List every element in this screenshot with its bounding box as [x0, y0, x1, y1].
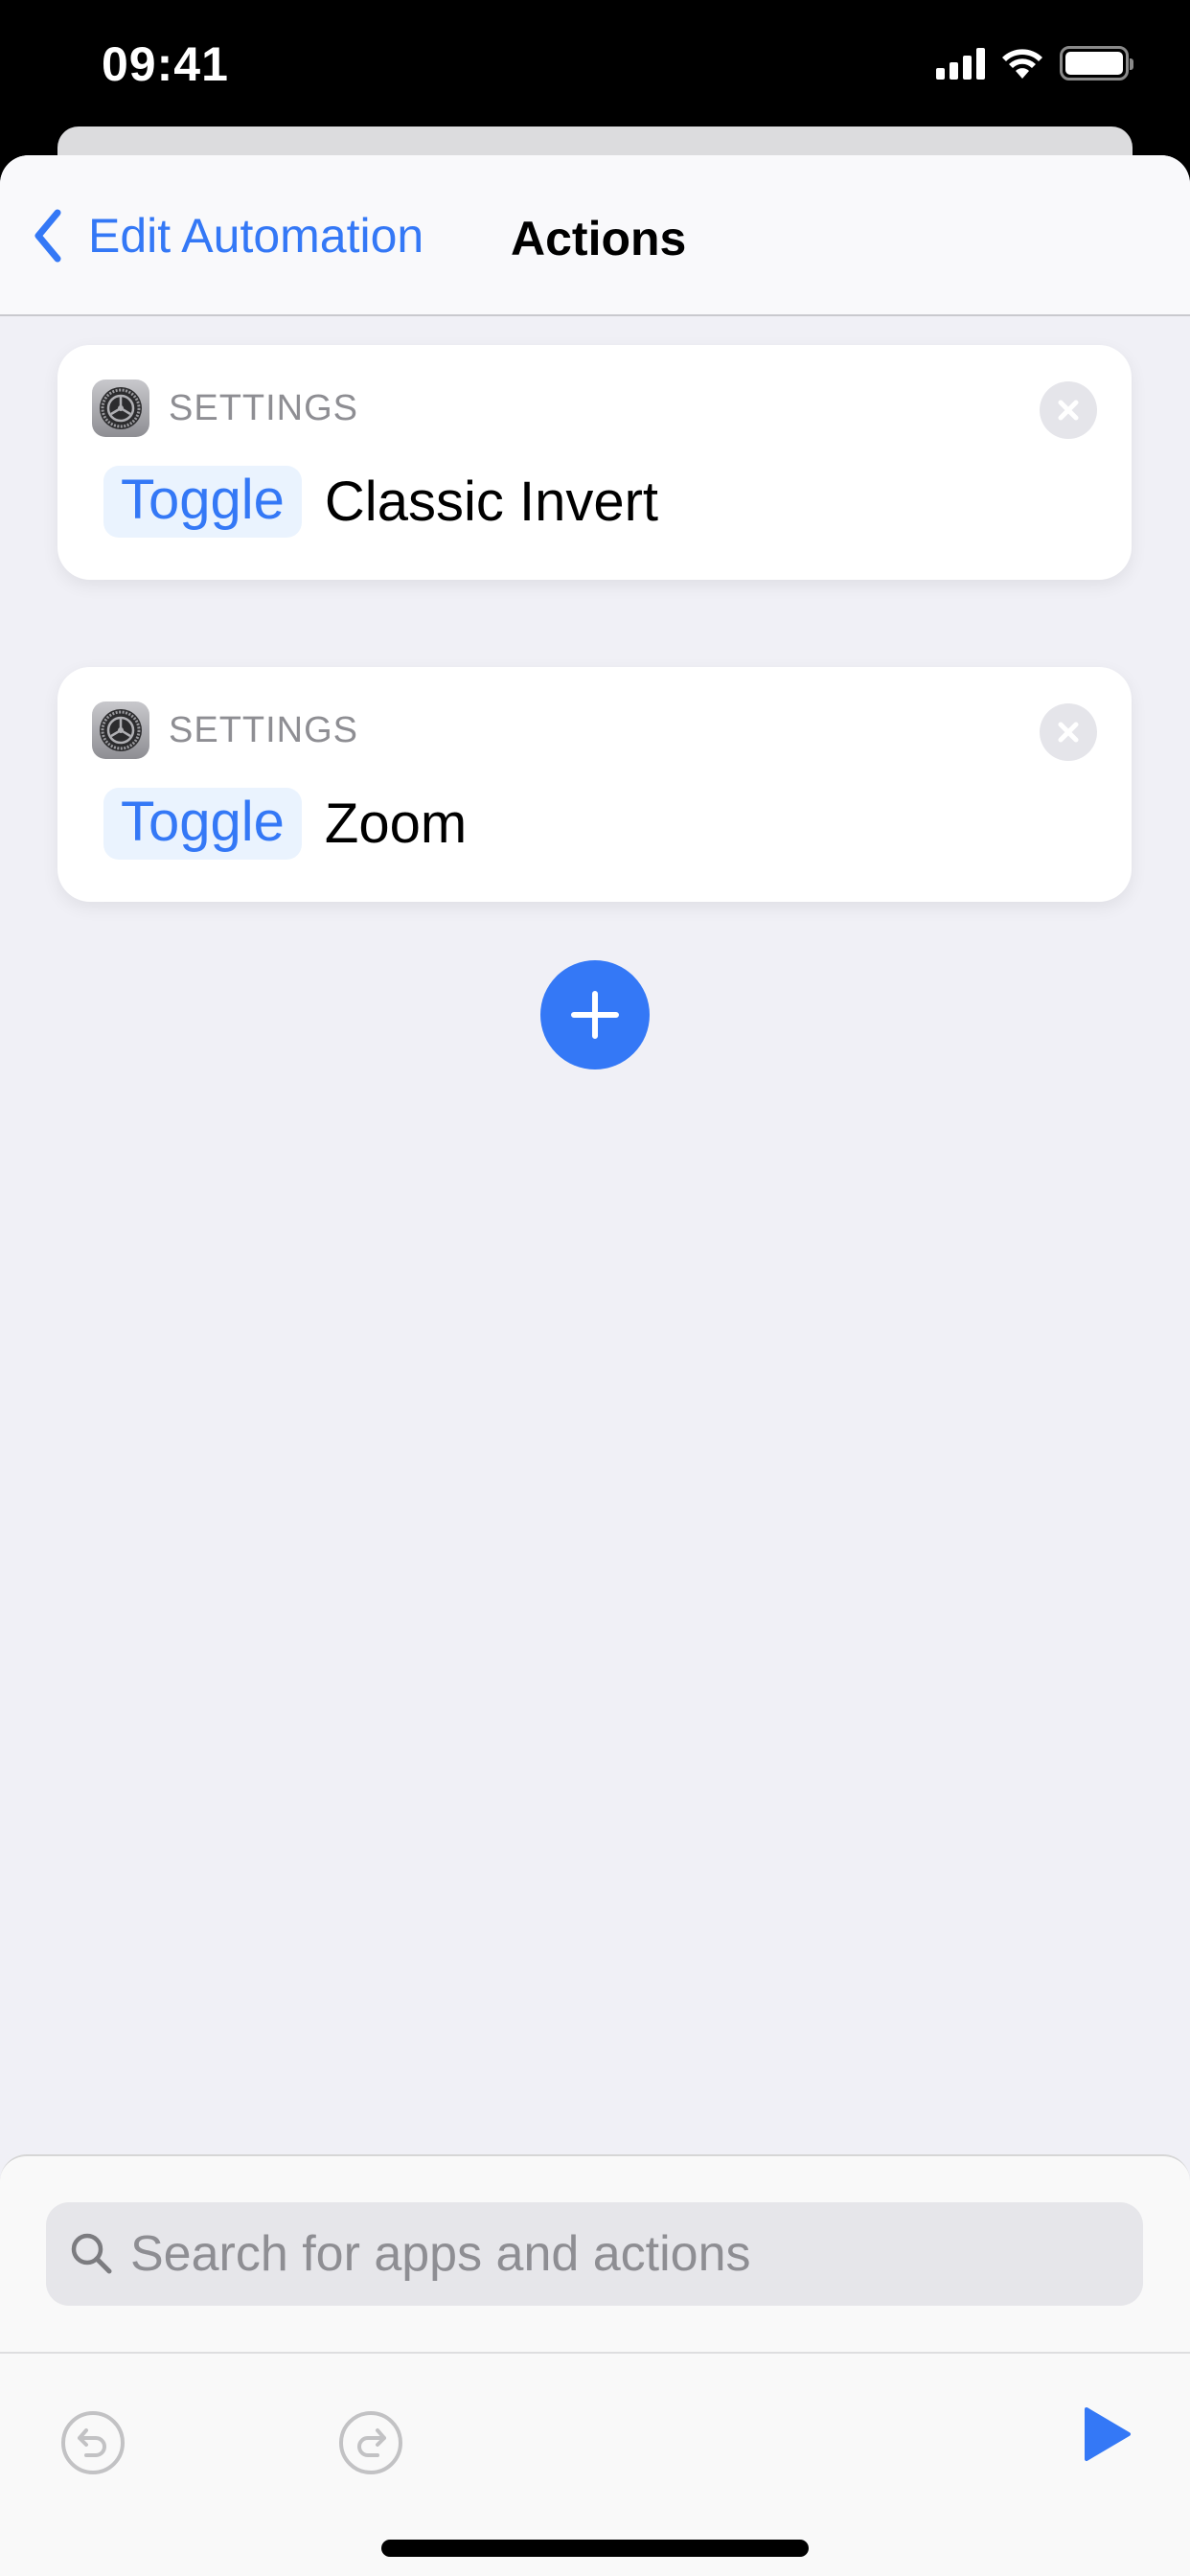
plus-icon: [571, 991, 619, 1039]
toolbar-divider: [0, 2352, 1190, 2354]
close-icon: [1058, 722, 1079, 743]
status-icons: [936, 46, 1133, 80]
remove-action-button[interactable]: [1040, 703, 1097, 761]
chevron-left-icon: [34, 209, 61, 263]
action-app-label: SETTINGS: [169, 387, 359, 428]
search-field[interactable]: [46, 2202, 1143, 2306]
search-input[interactable]: [130, 2225, 1088, 2283]
run-button[interactable]: [1083, 2405, 1133, 2463]
back-button[interactable]: Edit Automation: [29, 207, 423, 264]
undo-icon: [61, 2411, 125, 2474]
battery-icon: [1060, 46, 1133, 80]
redo-icon: [339, 2411, 402, 2474]
action-app-label: SETTINGS: [169, 709, 359, 750]
home-indicator[interactable]: [381, 2540, 809, 2557]
status-time: 09:41: [102, 37, 229, 91]
back-button-label: Edit Automation: [88, 209, 424, 263]
action-target[interactable]: Zoom: [325, 792, 467, 856]
remove-action-button[interactable]: [1040, 381, 1097, 439]
action-card[interactable]: SETTINGS Toggle Zoom: [57, 667, 1132, 902]
cellular-signal-icon: [936, 47, 985, 80]
action-parameters: Toggle Classic Invert: [103, 466, 658, 538]
play-icon: [1085, 2407, 1131, 2461]
settings-gear-icon: [92, 380, 149, 437]
action-card[interactable]: SETTINGS Toggle Classic Invert: [57, 345, 1132, 580]
bottom-panel: [0, 2154, 1190, 2576]
redo-button[interactable]: [337, 2409, 404, 2476]
page-title: Actions: [511, 212, 687, 265]
close-icon: [1058, 400, 1079, 421]
add-action-button[interactable]: [540, 960, 650, 1070]
navigation-bar: Edit Automation Actions: [0, 155, 1190, 316]
status-bar: 09:41: [0, 0, 1190, 129]
toggle-parameter[interactable]: Toggle: [103, 466, 302, 538]
action-parameters: Toggle Zoom: [103, 788, 467, 860]
search-icon: [71, 2233, 112, 2274]
settings-gear-icon: [92, 702, 149, 759]
action-target[interactable]: Classic Invert: [325, 470, 658, 534]
toggle-parameter[interactable]: Toggle: [103, 788, 302, 860]
undo-button[interactable]: [59, 2409, 126, 2476]
action-app-row: SETTINGS: [92, 702, 358, 759]
wifi-icon: [1002, 49, 1042, 79]
action-app-row: SETTINGS: [92, 380, 358, 437]
